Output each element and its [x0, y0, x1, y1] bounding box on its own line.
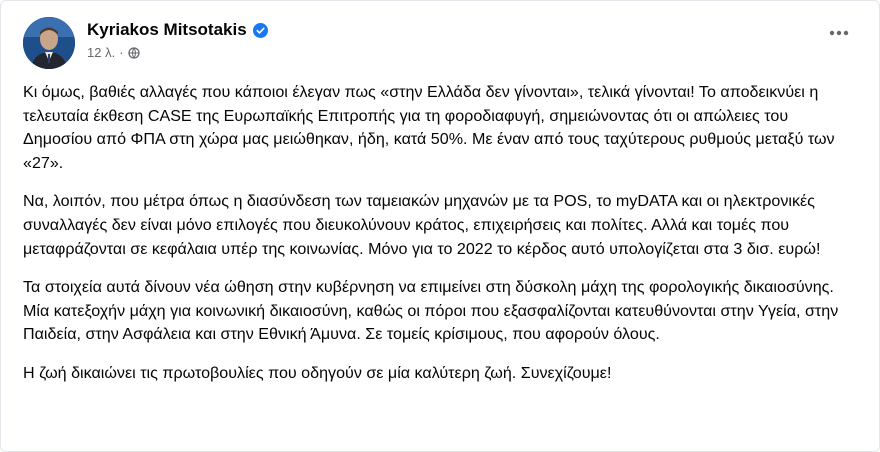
post-paragraph-3: Τα στοιχεία αυτά δίνουν νέα ώθηση στην κ… [23, 278, 839, 344]
meta-separator: · [119, 45, 124, 60]
post-header: Kyriakos Mitsotakis 12 λ. · [23, 17, 857, 69]
author-name[interactable]: Kyriakos Mitsotakis [87, 19, 247, 41]
post-meta: 12 λ. · [87, 45, 140, 60]
post-paragraph-1: Κι όμως, βαθιές αλλαγές που κάποιοι έλεγ… [23, 83, 835, 172]
more-options-button[interactable] [821, 21, 857, 45]
post-body: Κι όμως, βαθιές αλλαγές που κάποιοι έλεγ… [23, 81, 859, 401]
avatar[interactable] [23, 17, 75, 69]
post-timestamp[interactable]: 12 λ. [87, 45, 115, 60]
avatar-portrait [23, 17, 75, 69]
facebook-post: Kyriakos Mitsotakis 12 λ. · Κι όμως, βαθ… [0, 0, 880, 452]
globe-icon[interactable] [127, 46, 140, 59]
post-paragraph-2: Να, λοιπόν, που μέτρα όπως η διασύνδεση … [23, 192, 821, 258]
post-paragraph-4: Η ζωή δικαιώνει τις πρωτοβουλίες που οδη… [23, 363, 612, 382]
author-line: Kyriakos Mitsotakis [87, 19, 268, 41]
verified-badge-icon [252, 22, 268, 38]
more-options-icon [829, 30, 849, 36]
